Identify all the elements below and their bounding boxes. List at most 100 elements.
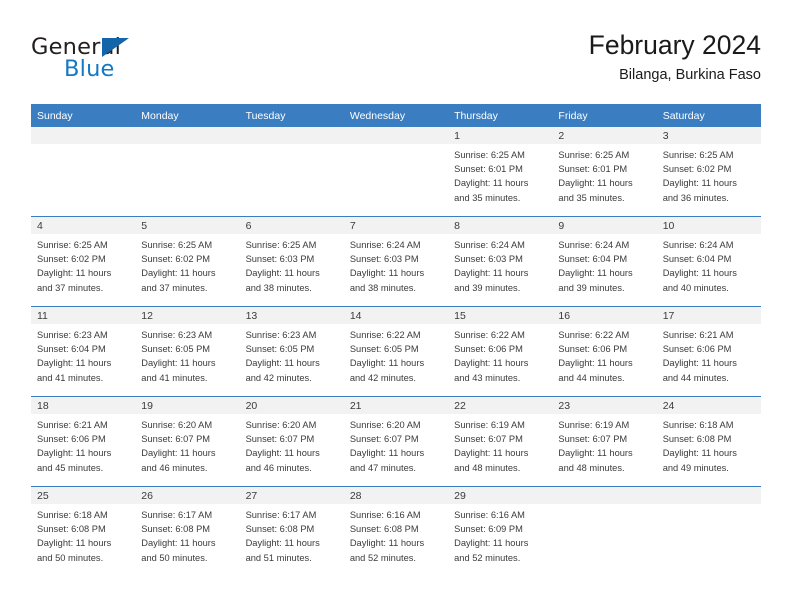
calendar-day-cell[interactable]: 21 Sunrise: 6:20 AM Sunset: 6:07 PM Dayligh… (343, 396, 449, 487)
day-sun-info (31, 144, 135, 148)
day-cell-content: 3 Sunrise: 6:25 AM Sunset: 6:02 PM Daylight… (656, 127, 761, 216)
day-cell-content (239, 127, 344, 216)
day-number: 23 (552, 397, 657, 414)
day-number: 26 (135, 487, 240, 504)
day-info-line: Sunrise: 6:17 AM (141, 510, 213, 520)
calendar-day-cell[interactable]: 26 Sunrise: 6:17 AM Sunset: 6:08 PM Dayligh… (135, 486, 240, 576)
day-info-line: Daylight: 11 hours (37, 448, 112, 459)
day-info-line: Sunrise: 6:17 AM (245, 510, 317, 520)
calendar-day-cell[interactable]: 6 Sunrise: 6:25 AM Sunset: 6:03 PM Daylight… (239, 216, 344, 307)
day-info-line: and 48 minutes. (454, 462, 521, 473)
day-info-line: Sunset: 6:06 PM (454, 344, 523, 355)
day-info-line: Sunset: 6:06 PM (662, 344, 732, 355)
day-sun-info: Sunrise: 6:17 AM Sunset: 6:08 PM Daylight:… (240, 504, 344, 565)
day-sun-info: Sunrise: 6:23 AM Sunset: 6:05 PM Daylight:… (135, 324, 239, 385)
day-cell-content: 2 Sunrise: 6:25 AM Sunset: 6:01 PM Daylight… (552, 127, 657, 216)
page-subtitle-location: Bilanga, Burkina Faso (619, 67, 761, 83)
calendar-week-row: 11 Sunrise: 6:23 AM Sunset: 6:04 PM Dayligh… (31, 306, 761, 397)
day-sun-info: Sunrise: 6:22 AM Sunset: 6:05 PM Daylight:… (344, 324, 448, 385)
day-cell-content: 22 Sunrise: 6:19 AM Sunset: 6:07 PM Dayligh… (448, 397, 553, 486)
day-number: 14 (343, 307, 449, 324)
day-cell-content (656, 487, 761, 576)
day-number: 12 (135, 307, 240, 324)
calendar-day-cell[interactable]: 24 Sunrise: 6:18 AM Sunset: 6:08 PM Dayligh… (656, 396, 761, 487)
calendar-day-cell[interactable]: 1 Sunrise: 6:25 AM Sunset: 6:01 PM Daylight… (448, 127, 553, 217)
calendar-day-cell[interactable]: 28 Sunrise: 6:16 AM Sunset: 6:08 PM Dayligh… (343, 486, 449, 576)
calendar-day-cell[interactable]: 7 Sunrise: 6:24 AM Sunset: 6:03 PM Daylight… (343, 216, 449, 307)
day-info-line: Sunset: 6:05 PM (245, 344, 315, 355)
general-blue-logo[interactable]: General Blue (31, 34, 251, 90)
calendar-day-cell[interactable]: 20 Sunrise: 6:20 AM Sunset: 6:07 PM Dayligh… (239, 396, 344, 487)
weekday-header-friday: Friday (552, 104, 657, 127)
day-info-line: Daylight: 11 hours (558, 448, 633, 459)
calendar-day-cell[interactable]: 25 Sunrise: 6:18 AM Sunset: 6:08 PM Dayligh… (31, 486, 136, 576)
day-info-line: Sunrise: 6:25 AM (141, 240, 213, 250)
calendar-day-cell[interactable]: 9 Sunrise: 6:24 AM Sunset: 6:04 PM Daylight… (552, 216, 657, 307)
day-cell-content: 17 Sunrise: 6:21 AM Sunset: 6:06 PM Dayligh… (656, 307, 761, 396)
calendar-day-cell[interactable]: 2 Sunrise: 6:25 AM Sunset: 6:01 PM Daylight… (552, 127, 657, 217)
day-number: 29 (448, 487, 553, 504)
day-sun-info: Sunrise: 6:20 AM Sunset: 6:07 PM Daylight:… (344, 414, 448, 475)
day-sun-info: Sunrise: 6:25 AM Sunset: 6:02 PM Daylight:… (31, 234, 135, 295)
day-cell-content: 12 Sunrise: 6:23 AM Sunset: 6:05 PM Dayligh… (135, 307, 240, 396)
day-number (343, 127, 449, 144)
weekday-header-sunday: Sunday (31, 104, 136, 127)
day-cell-content (135, 127, 240, 216)
calendar-day-cell[interactable]: 3 Sunrise: 6:25 AM Sunset: 6:02 PM Daylight… (656, 127, 761, 217)
calendar-day-cell[interactable]: 27 Sunrise: 6:17 AM Sunset: 6:08 PM Dayligh… (239, 486, 344, 576)
day-info-line: Daylight: 11 hours (662, 268, 737, 279)
day-info-line: and 37 minutes. (37, 282, 104, 293)
calendar-day-cell[interactable]: 13 Sunrise: 6:23 AM Sunset: 6:05 PM Dayligh… (239, 306, 344, 397)
day-number: 10 (656, 217, 761, 234)
day-info-line: and 46 minutes. (141, 462, 208, 473)
calendar-day-cell[interactable]: 5 Sunrise: 6:25 AM Sunset: 6:02 PM Daylight… (135, 216, 240, 307)
day-info-line: Sunrise: 6:25 AM (245, 240, 317, 250)
day-cell-content: 16 Sunrise: 6:22 AM Sunset: 6:06 PM Dayligh… (552, 307, 657, 396)
day-info-line: and 37 minutes. (141, 282, 208, 293)
day-number: 27 (239, 487, 344, 504)
calendar-day-cell[interactable]: 19 Sunrise: 6:20 AM Sunset: 6:07 PM Dayligh… (135, 396, 240, 487)
day-sun-info: Sunrise: 6:16 AM Sunset: 6:08 PM Daylight:… (344, 504, 448, 565)
day-number: 1 (448, 127, 553, 144)
day-info-line: Sunset: 6:08 PM (141, 524, 211, 535)
calendar-day-cell[interactable]: 22 Sunrise: 6:19 AM Sunset: 6:07 PM Dayligh… (448, 396, 553, 487)
calendar-day-cell[interactable]: 16 Sunrise: 6:22 AM Sunset: 6:06 PM Dayligh… (552, 306, 657, 397)
day-sun-info: Sunrise: 6:17 AM Sunset: 6:08 PM Daylight:… (135, 504, 239, 565)
day-cell-content: 1 Sunrise: 6:25 AM Sunset: 6:01 PM Daylight… (448, 127, 553, 216)
calendar-day-cell[interactable]: 17 Sunrise: 6:21 AM Sunset: 6:06 PM Dayligh… (656, 306, 761, 397)
calendar-day-cell[interactable]: 18 Sunrise: 6:21 AM Sunset: 6:06 PM Dayligh… (31, 396, 136, 487)
day-info-line: Sunrise: 6:18 AM (662, 420, 734, 430)
day-info-line: Sunrise: 6:16 AM (349, 510, 421, 520)
day-info-line: Sunrise: 6:18 AM (37, 510, 108, 520)
calendar-day-cell[interactable]: 4 Sunrise: 6:25 AM Sunset: 6:02 PM Daylight… (31, 216, 136, 307)
day-info-line: and 43 minutes. (454, 372, 521, 383)
day-number: 11 (31, 307, 136, 324)
day-info-line: Sunrise: 6:19 AM (454, 420, 525, 430)
day-info-line: Sunset: 6:07 PM (245, 434, 315, 445)
day-info-line: Daylight: 11 hours (454, 268, 529, 279)
calendar-day-cell[interactable]: 8 Sunrise: 6:24 AM Sunset: 6:03 PM Daylight… (448, 216, 553, 307)
day-info-line: and 48 minutes. (558, 462, 625, 473)
calendar-day-cell[interactable]: 23 Sunrise: 6:19 AM Sunset: 6:07 PM Dayligh… (552, 396, 657, 487)
day-sun-info (135, 144, 239, 148)
day-cell-content: 26 Sunrise: 6:17 AM Sunset: 6:08 PM Dayligh… (135, 487, 240, 576)
day-info-line: and 35 minutes. (454, 192, 521, 203)
day-sun-info: Sunrise: 6:25 AM Sunset: 6:03 PM Daylight:… (240, 234, 344, 295)
day-info-line: Sunset: 6:02 PM (662, 164, 732, 175)
calendar-day-cell[interactable]: 11 Sunrise: 6:23 AM Sunset: 6:04 PM Dayligh… (31, 306, 136, 397)
day-number: 4 (31, 217, 136, 234)
calendar-day-cell[interactable]: 14 Sunrise: 6:22 AM Sunset: 6:05 PM Dayligh… (343, 306, 449, 397)
calendar-day-cell[interactable]: 15 Sunrise: 6:22 AM Sunset: 6:06 PM Dayligh… (448, 306, 553, 397)
day-info-line: Sunset: 6:07 PM (349, 434, 419, 445)
calendar-day-cell[interactable]: 12 Sunrise: 6:23 AM Sunset: 6:05 PM Dayligh… (135, 306, 240, 397)
calendar-day-cell[interactable]: 10 Sunrise: 6:24 AM Sunset: 6:04 PM Dayligh… (656, 216, 761, 307)
weekday-header-saturday: Saturday (656, 104, 761, 127)
sunrise-sunset-calendar-table: Sunday Monday Tuesday Wednesday Thursday Frid… (31, 104, 761, 576)
day-number: 20 (239, 397, 344, 414)
title-block: February 2024 Bilanga, Burkina Faso (589, 28, 761, 86)
calendar-day-cell[interactable]: 29 Sunrise: 6:16 AM Sunset: 6:09 PM Dayligh… (448, 486, 553, 576)
day-info-line: Daylight: 11 hours (558, 178, 633, 189)
day-cell-content: 28 Sunrise: 6:16 AM Sunset: 6:08 PM Dayligh… (343, 487, 449, 576)
day-sun-info (344, 144, 448, 148)
day-info-line: Sunset: 6:05 PM (141, 344, 211, 355)
